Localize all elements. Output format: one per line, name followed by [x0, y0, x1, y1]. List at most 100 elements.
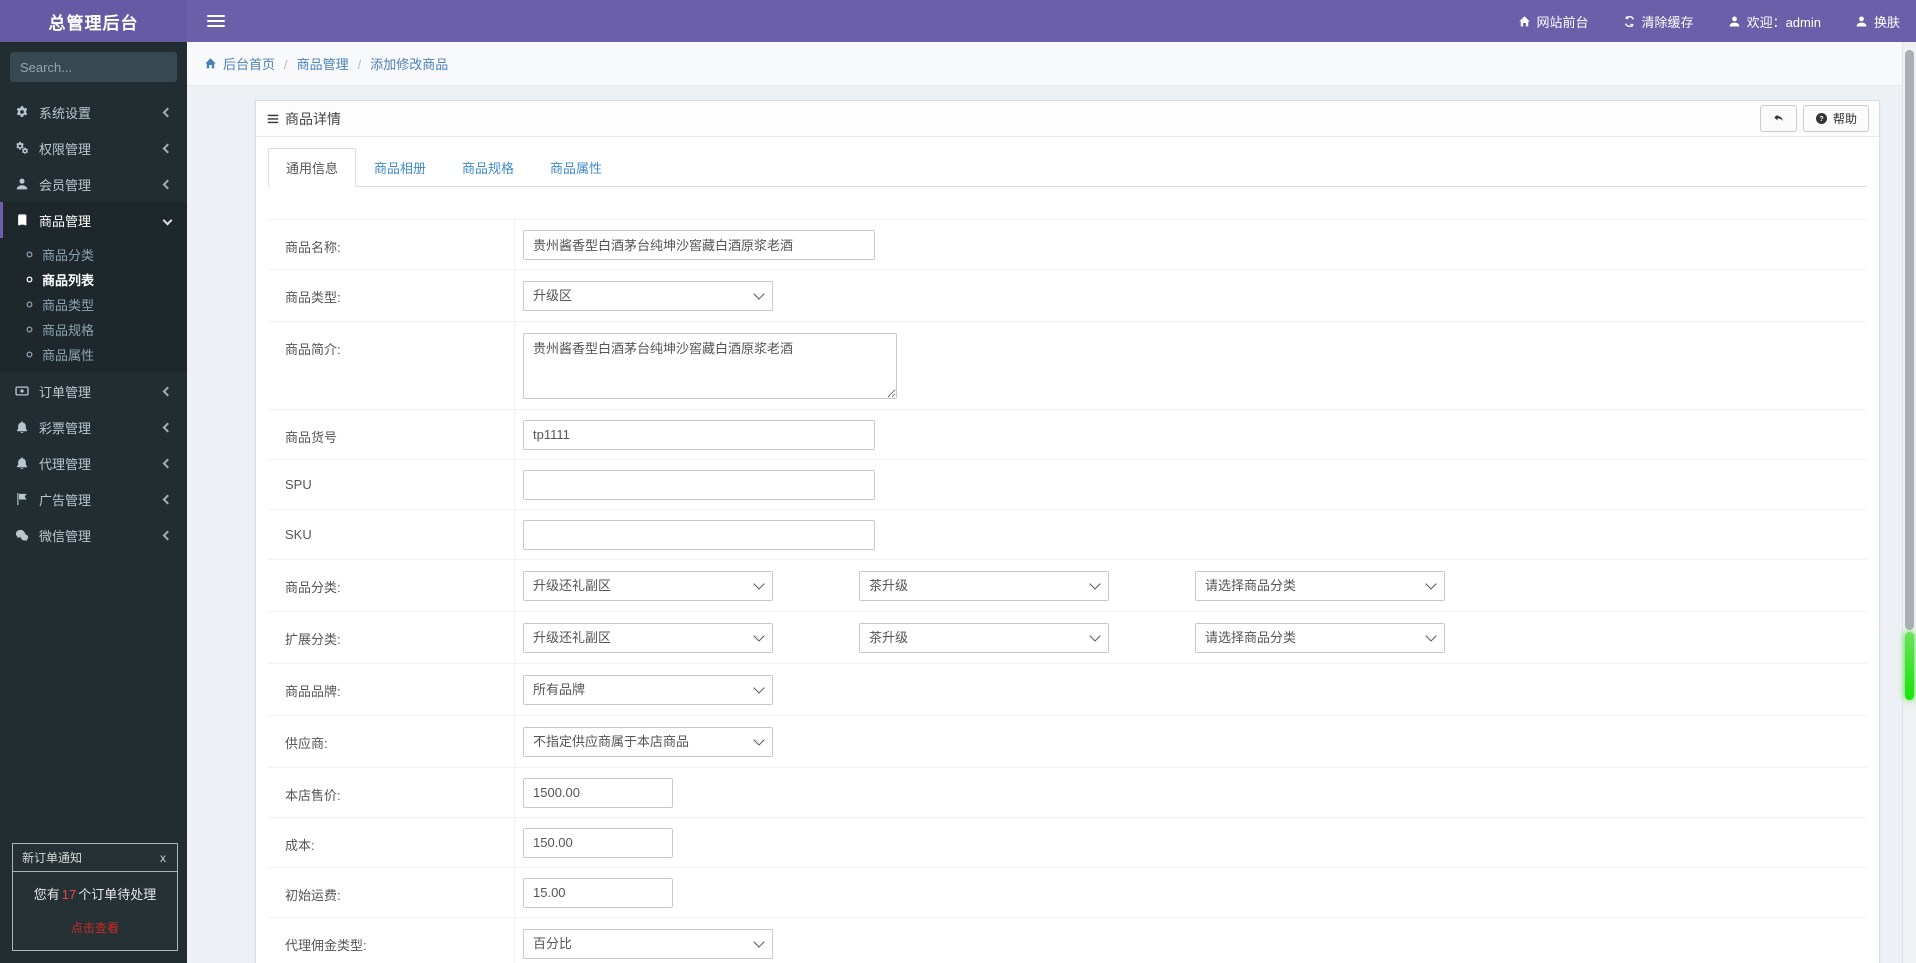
sidebar-item-lottery[interactable]: 彩票管理 [0, 409, 187, 445]
breadcrumb-separator: / [357, 57, 362, 72]
chevron-left-icon [162, 179, 173, 189]
product-brand-select-field-label: 商品品牌: [268, 664, 515, 715]
clear-cache-link[interactable]: 清除缓存 [1623, 12, 1694, 31]
breadcrumb-separator: / [284, 57, 288, 72]
notification-close-button[interactable]: x [158, 851, 168, 865]
product-category-select-2-wrap: 茶升级 [859, 570, 1109, 601]
top-navbar: 总管理后台 网站前台 清除缓存 欢迎：admin 换肤 [0, 0, 1916, 42]
product-type-select[interactable]: 升级区 [523, 280, 773, 311]
product-brand-select[interactable]: 所有品牌 [523, 674, 773, 705]
member-icon [15, 177, 29, 191]
sidebar-subitem-product-specs[interactable]: 商品规格 [0, 317, 187, 342]
product-brand-select-wrap: 所有品牌 [523, 674, 773, 705]
extend-category-select-1-wrap: 升级还礼副区 [523, 622, 773, 653]
shop-price-input[interactable] [523, 777, 673, 808]
product-code-input[interactable] [523, 419, 875, 450]
form-row: 本店售价: [268, 768, 1867, 818]
user-icon [1728, 15, 1741, 28]
spu-input[interactable] [523, 469, 875, 500]
panel-title: 商品详情 [285, 110, 341, 127]
extend-category-select-3[interactable]: 请选择商品分类 [1195, 622, 1445, 653]
site-frontend-link[interactable]: 网站前台 [1518, 12, 1589, 31]
home-icon [1518, 15, 1531, 28]
form-row: 扩展分类: 升级还礼副区 茶升级 请选择商品分类 [268, 612, 1867, 664]
sidebar-subitem-product-list[interactable]: 商品列表 [0, 267, 187, 292]
agent-commission-type-select-wrap: 百分比 [523, 928, 773, 959]
gear-icon [15, 105, 29, 119]
extend-category-select-2[interactable]: 茶升级 [859, 622, 1109, 653]
bell-icon [15, 420, 29, 434]
circle-icon [24, 349, 42, 360]
site-frontend-link-label: 网站前台 [1536, 14, 1589, 30]
product-form: 商品名称:商品类型:升级区商品简介:贵州酱香型白酒茅台纯坤沙窖藏白酒原浆老酒商品… [268, 219, 1867, 963]
breadcrumb-item-2[interactable]: 商品管理 [297, 57, 349, 72]
main-content: 后台首页 / 商品管理 / 添加修改商品 商品详情 ? 帮助 通用信息 商品相册 商品规格 商品… [187, 42, 1916, 963]
form-row: SKU [268, 510, 1867, 560]
form-row: SPU [268, 460, 1867, 510]
sidebar-item-permissions[interactable]: 权限管理 [0, 130, 187, 166]
page-scrollbar[interactable] [1902, 42, 1916, 963]
sidebar-item-products[interactable]: 商品管理 [0, 202, 187, 238]
agent-commission-type-select-field-label: 代理佣金类型: [268, 918, 515, 963]
tab-product-gallery[interactable]: 商品相册 [356, 148, 444, 187]
sidebar-subitem-product-types[interactable]: 商品类型 [0, 292, 187, 317]
sidebar-menu: 系统设置权限管理会员管理商品管理商品分类 商品列表 商品类型 商品规格 商品属性订单管理… [0, 94, 187, 553]
tab-product-specs[interactable]: 商品规格 [444, 148, 532, 187]
sidebar-item-members-label: 会员管理 [39, 177, 92, 193]
chevron-left-icon [162, 386, 173, 396]
supplier-select[interactable]: 不指定供应商属于本店商品 [523, 726, 773, 757]
product-category-select-2[interactable]: 茶升级 [859, 570, 1109, 601]
sku-input[interactable] [523, 519, 875, 550]
product-intro-textarea[interactable]: 贵州酱香型白酒茅台纯坤沙窖藏白酒原浆老酒 [523, 332, 897, 399]
panel-tabs: 通用信息 商品相册 商品规格 商品属性 [268, 147, 1867, 187]
breadcrumb-item-1[interactable]: 后台首页 [223, 57, 275, 72]
notification-view-link[interactable]: 点击查看 [17, 919, 173, 936]
clear-cache-link-label: 清除缓存 [1641, 14, 1694, 30]
sidebar-item-system-settings-label: 系统设置 [39, 105, 92, 121]
chevron-left-icon [162, 494, 173, 504]
circle-icon [24, 324, 42, 335]
sidebar-item-members[interactable]: 会员管理 [0, 166, 187, 202]
extend-category-select-1[interactable]: 升级还礼副区 [523, 622, 773, 653]
list-icon [266, 112, 280, 126]
cost-price-input[interactable] [523, 827, 673, 858]
sidebar-item-lottery-label: 彩票管理 [39, 420, 92, 436]
product-category-select-field-label: 商品分类: [268, 560, 515, 611]
scrollbar-thumb[interactable] [1905, 50, 1914, 630]
sidebar-subitem-product-attrs[interactable]: 商品属性 [0, 342, 187, 367]
circle-icon [24, 274, 42, 285]
sidebar-toggle-button[interactable] [197, 0, 235, 42]
extend-category-select-2-wrap: 茶升级 [859, 622, 1109, 653]
form-row: 商品简介: 贵州酱香型白酒茅台纯坤沙窖藏白酒原浆老酒 [268, 322, 1867, 410]
sidebar-subitem-product-categories[interactable]: 商品分类 [0, 242, 187, 267]
welcome-admin[interactable]: 欢迎：admin [1728, 12, 1821, 31]
back-button[interactable] [1759, 105, 1797, 132]
agent-commission-type-select[interactable]: 百分比 [523, 928, 773, 959]
product-category-select-3[interactable]: 请选择商品分类 [1195, 570, 1445, 601]
extend-category-select-field-label: 扩展分类: [268, 612, 515, 663]
sidebar-item-ads[interactable]: 广告管理 [0, 481, 187, 517]
sidebar-item-ads-label: 广告管理 [39, 492, 92, 508]
sidebar-item-orders[interactable]: 订单管理 [0, 373, 187, 409]
sidebar-item-agents[interactable]: 代理管理 [0, 445, 187, 481]
tab-product-attrs[interactable]: 商品属性 [532, 148, 620, 187]
tab-general-info[interactable]: 通用信息 [268, 148, 357, 187]
product-code-input-field-label: 商品货号 [268, 410, 515, 459]
form-row: 商品名称: [268, 220, 1867, 270]
initial-shipping-input[interactable] [523, 877, 673, 908]
search-input[interactable] [10, 52, 177, 82]
initial-shipping-input-field-label: 初始运费: [268, 868, 515, 917]
sidebar-item-system-settings[interactable]: 系统设置 [0, 94, 187, 130]
sidebar-item-wechat[interactable]: 微信管理 [0, 517, 187, 553]
welcome-admin-label: 欢迎：admin [1746, 14, 1821, 30]
order-notification: 新订单通知 x 您有 17 个订单待处理 点击查看 [12, 843, 178, 951]
product-category-select-1[interactable]: 升级还礼副区 [523, 570, 773, 601]
product-name-input-field-label: 商品名称: [268, 220, 515, 269]
app-brand: 总管理后台 [0, 0, 187, 42]
product-name-input[interactable] [523, 229, 875, 260]
cost-price-input-field-label: 成本: [268, 818, 515, 867]
product-intro-textarea-field-label: 商品简介: [268, 322, 515, 409]
help-button[interactable]: ? 帮助 [1802, 105, 1869, 132]
change-skin-link[interactable]: 换肤 [1855, 12, 1900, 31]
gears-icon [15, 141, 29, 155]
